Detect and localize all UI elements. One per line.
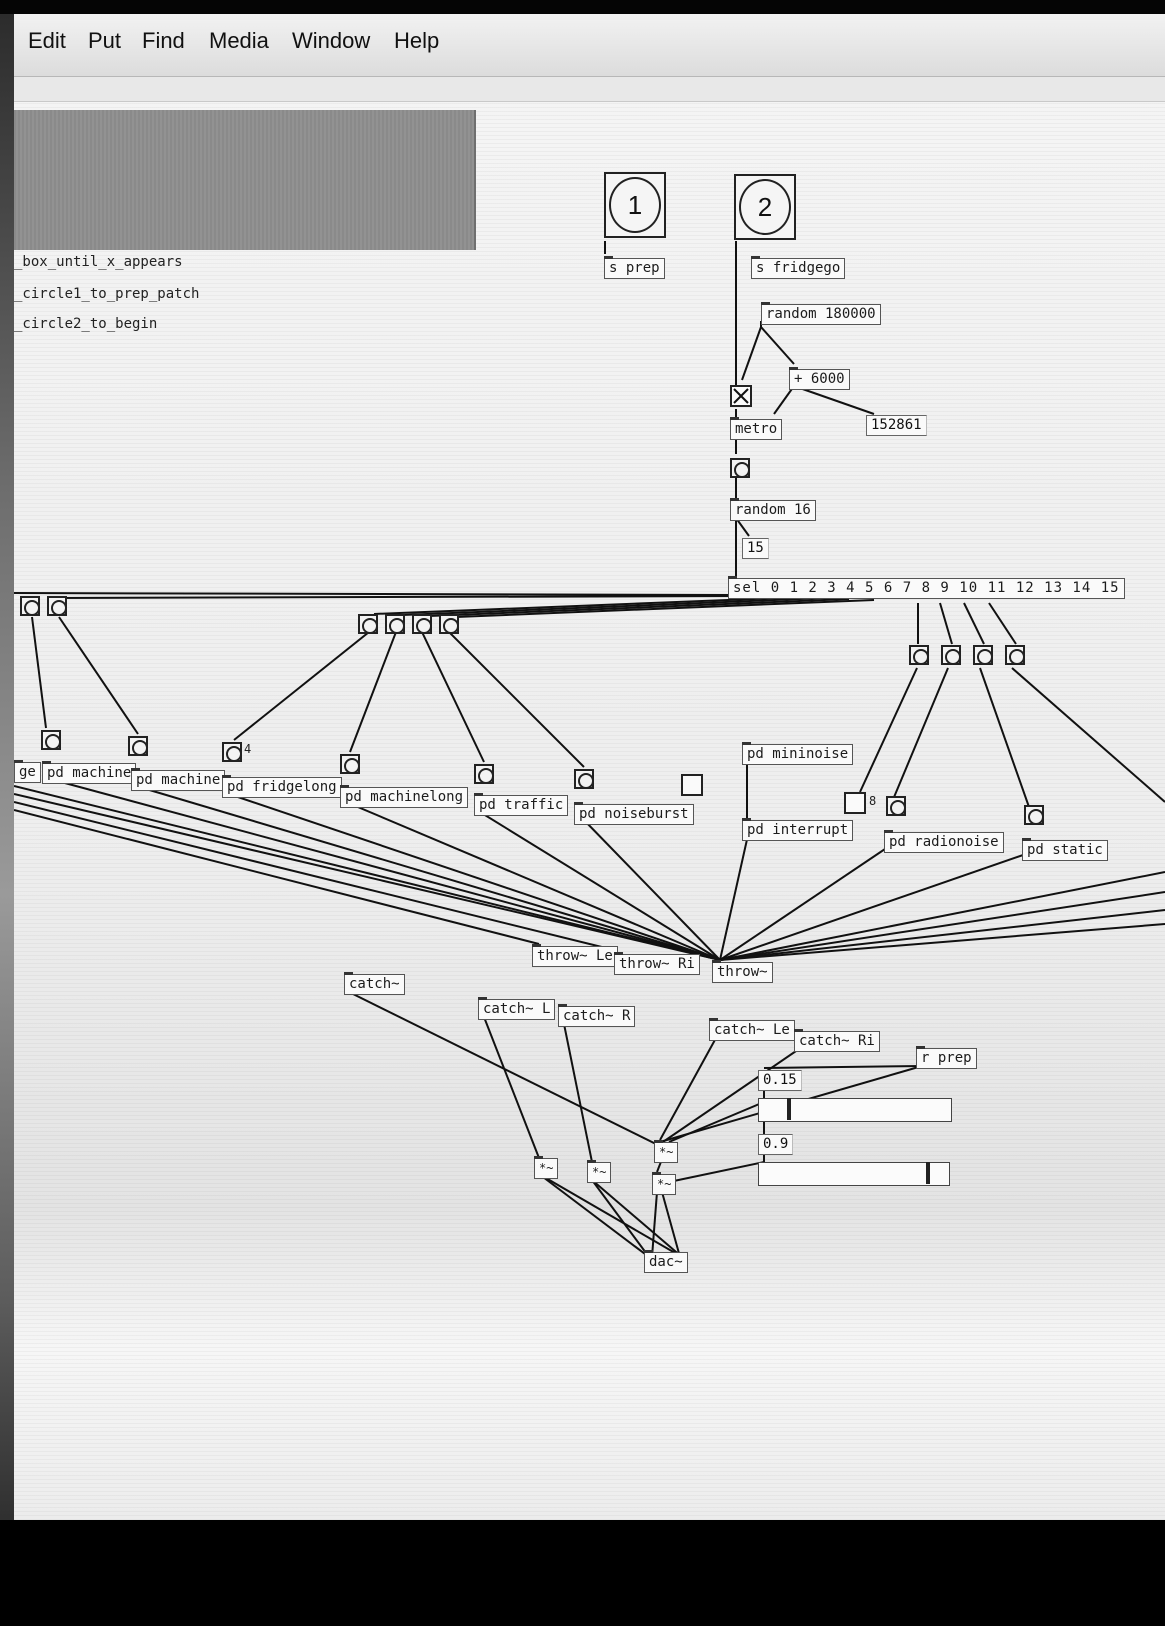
- subpatch-machine[interactable]: pd machine: [131, 768, 226, 791]
- window-toolbar-strip: [14, 77, 1165, 102]
- throw-right-object[interactable]: throw~ Ri: [614, 952, 700, 975]
- canvas-selection-panel: [14, 110, 476, 250]
- select-bang[interactable]: [412, 614, 432, 634]
- metro-toggle[interactable]: [730, 385, 752, 407]
- bang-circle-2: 2: [739, 179, 791, 235]
- slider-knob[interactable]: [926, 1162, 930, 1184]
- screen-bezel-top: [0, 0, 1165, 14]
- select-bang[interactable]: [941, 645, 961, 665]
- select-bang[interactable]: [385, 614, 405, 634]
- trigger-bang[interactable]: [41, 730, 61, 750]
- send-fridgego-object[interactable]: s fridgego: [751, 256, 846, 279]
- instruction-comment: _circle2_to_begin: [14, 316, 158, 332]
- metro-object[interactable]: metro: [730, 417, 783, 440]
- dac-object[interactable]: dac~: [644, 1250, 688, 1273]
- select-bang[interactable]: [439, 614, 459, 634]
- screen-bezel-bottom: [0, 1520, 1165, 1626]
- volume-a-slider[interactable]: [758, 1098, 952, 1122]
- volume-a-number[interactable]: 0.15: [758, 1070, 802, 1091]
- trigger-bang[interactable]: [574, 769, 594, 789]
- random-object[interactable]: random 180000: [761, 302, 881, 325]
- subpatch-static[interactable]: pd static: [1022, 838, 1108, 861]
- trigger-bang[interactable]: [128, 736, 148, 756]
- catch-left-object[interactable]: catch~ L: [478, 997, 556, 1020]
- send-prep-object[interactable]: s prep: [604, 256, 665, 279]
- volume-b-slider[interactable]: [758, 1162, 950, 1186]
- random-output-number[interactable]: 15: [742, 538, 769, 559]
- subpatch-mininoise[interactable]: pd mininoise: [742, 742, 854, 765]
- bang-circle-1: 1: [609, 177, 661, 233]
- subpatch-interrupt[interactable]: pd interrupt: [742, 818, 854, 841]
- throw-object[interactable]: throw~: [712, 960, 773, 983]
- random-16-object[interactable]: random 16: [730, 498, 816, 521]
- subpatch-machinelong[interactable]: pd machinelong: [340, 785, 469, 808]
- multiply-object[interactable]: *~: [534, 1156, 559, 1179]
- trigger-bang[interactable]: [474, 764, 494, 784]
- volume-b-number[interactable]: 0.9: [758, 1134, 794, 1155]
- bang-begin[interactable]: 2: [734, 174, 796, 240]
- subpatch-traffic[interactable]: pd traffic: [474, 793, 569, 816]
- add-object[interactable]: + 6000: [789, 367, 850, 390]
- metro-bang[interactable]: [730, 458, 750, 478]
- menu-put[interactable]: Put: [88, 28, 121, 54]
- subpatch-fridgelong[interactable]: pd fridgelong: [222, 775, 342, 798]
- slider-knob[interactable]: [787, 1098, 791, 1120]
- select-bang[interactable]: [973, 645, 993, 665]
- catch-object[interactable]: catch~: [344, 972, 405, 995]
- desktop-wallpaper-strip: [0, 0, 14, 1626]
- fridgelong-badge: 4: [244, 742, 252, 756]
- catch-right-extra-object[interactable]: catch~ Ri: [794, 1029, 880, 1052]
- menu-find[interactable]: Find: [142, 28, 185, 54]
- toggle-x-icon: [733, 388, 749, 404]
- bang-prep[interactable]: 1: [604, 172, 666, 238]
- multiply-object[interactable]: *~: [654, 1140, 679, 1163]
- patch-canvas[interactable]: _box_until_x_appears _circle1_to_prep_pa…: [14, 102, 1165, 1520]
- trigger-bang[interactable]: [340, 754, 360, 774]
- select-bang[interactable]: [909, 645, 929, 665]
- menu-help[interactable]: Help: [394, 28, 439, 54]
- trigger-bang[interactable]: [222, 742, 242, 762]
- subpatch-noiseburst[interactable]: pd noiseburst: [574, 802, 694, 825]
- catch-right-object[interactable]: catch~ R: [558, 1004, 636, 1027]
- throw-left-object[interactable]: throw~ Le: [532, 944, 618, 967]
- menu-media[interactable]: Media: [209, 28, 269, 54]
- trigger-bang[interactable]: [886, 796, 906, 816]
- select-bang[interactable]: [20, 596, 40, 616]
- select-bang[interactable]: [1005, 645, 1025, 665]
- multiply-object[interactable]: *~: [587, 1160, 612, 1183]
- noiseburst-toggle[interactable]: [681, 774, 703, 796]
- instruction-comment: _box_until_x_appears: [14, 254, 183, 270]
- interrupt-badge: 8: [869, 794, 877, 808]
- interrupt-toggle[interactable]: [844, 792, 866, 814]
- menu-window[interactable]: Window: [292, 28, 370, 54]
- select-bang[interactable]: [358, 614, 378, 634]
- subpatch-radionoise[interactable]: pd radionoise: [884, 830, 1004, 853]
- metro-time-number[interactable]: 152861: [866, 415, 927, 436]
- subpatch-partial[interactable]: ge: [14, 760, 41, 783]
- instruction-comment: _circle1_to_prep_patch: [14, 286, 200, 302]
- multiply-object[interactable]: *~: [652, 1172, 677, 1195]
- catch-left-extra-object[interactable]: catch~ Le: [709, 1018, 795, 1041]
- receive-prep-object[interactable]: r prep: [916, 1046, 977, 1069]
- menu-bar: Edit Put Find Media Window Help: [14, 14, 1165, 77]
- select-bang[interactable]: [47, 596, 67, 616]
- trigger-bang[interactable]: [1024, 805, 1044, 825]
- select-object[interactable]: sel 0 1 2 3 4 5 6 7 8 9 10 11 12 13 14 1…: [728, 576, 1125, 599]
- menu-edit[interactable]: Edit: [28, 28, 66, 54]
- subpatch-machine[interactable]: pd machine: [42, 761, 137, 784]
